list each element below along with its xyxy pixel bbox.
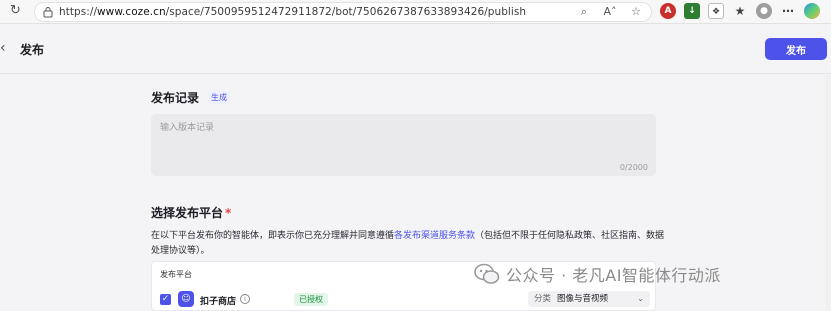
version-record-placeholder: 输入版本记录 (160, 123, 215, 133)
favorite-star-icon[interactable]: ☆ (629, 5, 643, 19)
watermark: 公众号 · 老凡AI智能体行动派 (474, 262, 721, 286)
extensions-puzzle-icon[interactable]: ❖ (708, 3, 724, 19)
platform-section-title: 选择发布平台 * (151, 204, 231, 221)
generate-button[interactable]: 生成 (208, 91, 230, 104)
read-aloud-icon[interactable]: A˄ (603, 5, 617, 19)
chevron-left-icon[interactable]: ‹ (0, 40, 6, 56)
version-record-input[interactable]: 输入版本记录 0/2000 (151, 114, 656, 176)
agreement-text: 在以下平台发布你的智能体，即表示你已充分理解并同意遵循各发布渠道服务条款（包括但… (151, 229, 671, 259)
favorites-bar-icon[interactable]: ★ (732, 3, 748, 19)
platform-row: ✓ ☺ 扣子商店 i 已授权 分类 图像与音视频 ⌄ (152, 290, 657, 311)
platform-table-header: 发布平台 (160, 270, 192, 279)
watermark-text: 公众号 · 老凡AI智能体行动派 (506, 266, 721, 285)
copilot-icon[interactable] (804, 3, 820, 19)
character-counter: 0/2000 (619, 163, 648, 172)
publish-button[interactable]: 发布 (765, 38, 827, 60)
chevron-down-icon: ⌄ (637, 294, 644, 303)
zoom-icon[interactable]: ⌕ (577, 5, 591, 19)
adblock-extension-icon[interactable]: A (660, 3, 676, 19)
app-header: ‹ 发布 发布 (0, 24, 831, 74)
download-extension-icon[interactable]: ↓ (684, 3, 700, 19)
agreement-before: 在以下平台发布你的智能体，即表示你已充分理解并同意遵循 (151, 231, 395, 241)
page-title: 发布 (20, 43, 45, 57)
info-icon[interactable]: i (240, 294, 250, 304)
authorized-badge: 已授权 (294, 293, 328, 306)
platform-title-text: 选择发布平台 (151, 206, 224, 220)
profile-avatar-icon[interactable]: ● (756, 3, 772, 19)
url-prefix: https:// (59, 6, 98, 18)
url-path: /space/7500959512472911872/bot/750626738… (165, 6, 527, 18)
record-section-title: 发布记录 (151, 91, 200, 105)
platform-checkbox[interactable]: ✓ (160, 294, 171, 305)
more-menu-icon[interactable]: ⋯ (780, 3, 796, 19)
url-text: https://www.coze.cn/space/75009595124729… (59, 6, 526, 18)
url-host: www.coze.cn (97, 6, 166, 18)
platform-name: 扣子商店 (200, 297, 237, 307)
scrollbar[interactable] (825, 75, 831, 311)
required-mark: * (225, 206, 232, 220)
category-label: 分类 (534, 294, 552, 304)
wechat-icon (474, 263, 500, 284)
coze-store-logo-icon: ☺ (178, 291, 194, 307)
reload-icon[interactable]: ↻ (10, 4, 24, 18)
category-value: 图像与音视频 (557, 294, 609, 304)
address-bar[interactable]: https://www.coze.cn/space/75009595124729… (34, 2, 652, 22)
category-select[interactable]: 分类 图像与音视频 ⌄ (528, 291, 650, 307)
browser-toolbar: ↻ https://www.coze.cn/space/750095951247… (0, 0, 831, 24)
lock-icon (43, 7, 53, 18)
service-terms-link[interactable]: 各发布渠道服务条款 (394, 231, 475, 241)
